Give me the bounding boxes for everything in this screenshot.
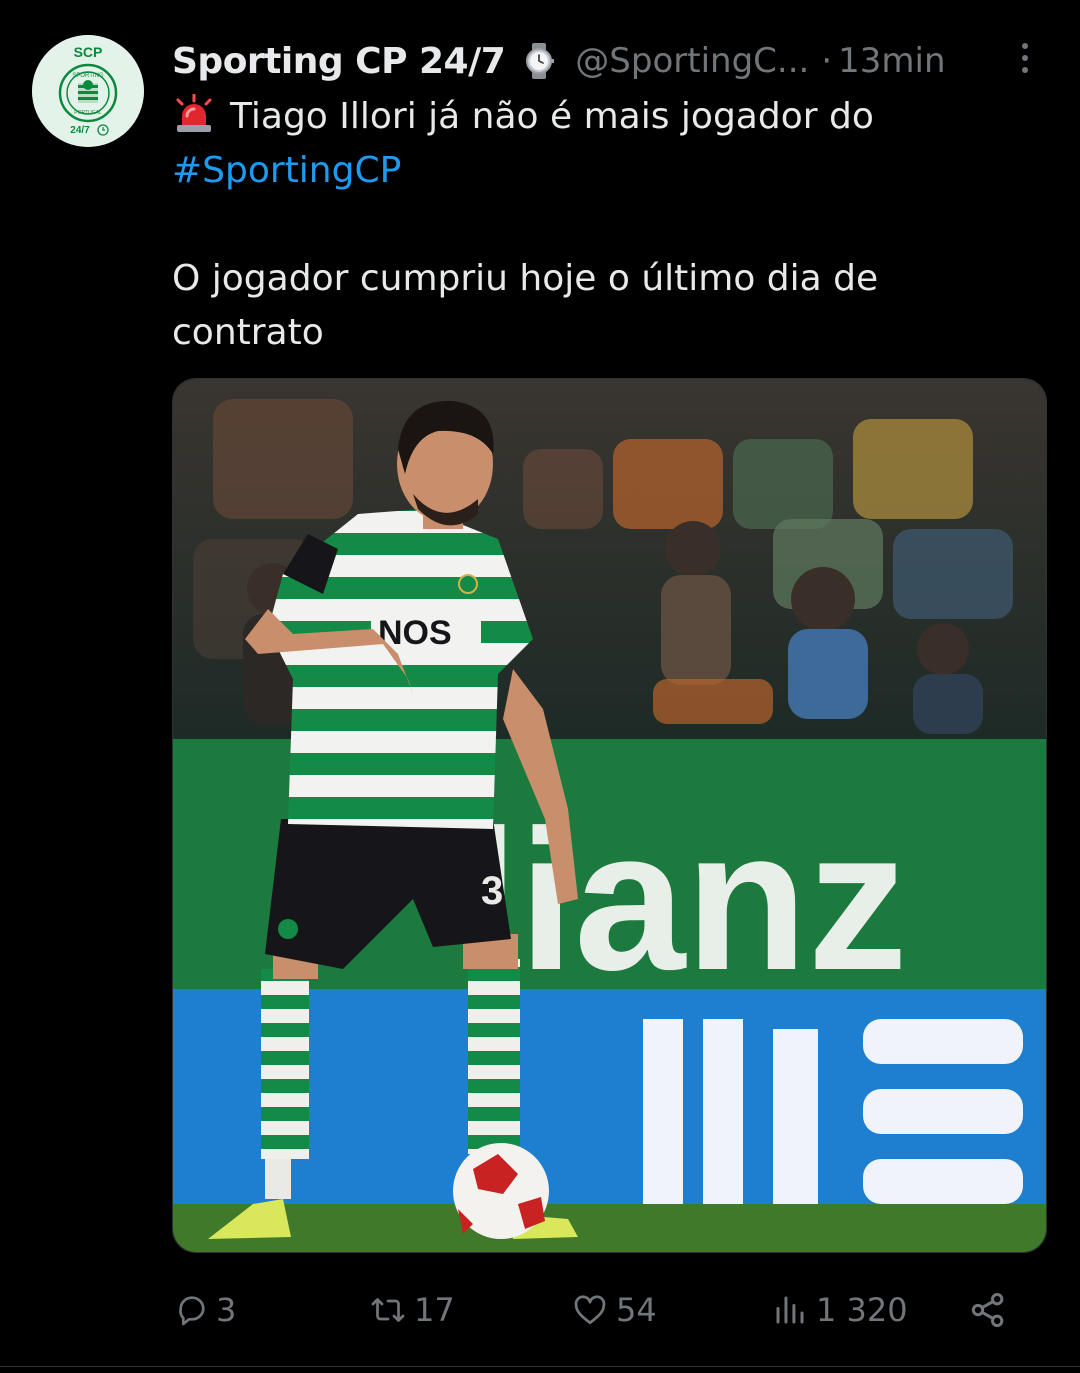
share-icon [968,1290,1008,1330]
tweet-line-4: contrato [172,312,324,353]
repost-icon [368,1292,408,1328]
repost-button[interactable]: 17 [368,1282,455,1338]
tweet-line-3: O jogador cumpriu hoje o último dia de [172,258,879,299]
tweet-line-1: Tiago Illori já não é mais jogador do [172,90,1032,144]
author-name[interactable]: Sporting CP 24/7 [172,41,506,82]
avatar-badge-text: 24/7 [70,125,90,136]
tweet-line-1-text: Tiago Illori já não é mais jogador do [230,96,874,137]
tweet-photo[interactable]: lianz 3 NOS [172,378,1047,1253]
views-count: 1 320 [816,1291,908,1329]
tweet[interactable]: SCP SPORTING PORTUGAL 24/7 Sporting CP 2… [0,0,1080,1373]
shorts-number: 3 [481,869,503,913]
avatar-scp-text: SCP [74,44,103,60]
tweet-text: Tiago Illori já não é mais jogador do #S… [172,90,1032,360]
action-bar: 3 17 54 1 320 [172,1282,1022,1338]
reply-count: 3 [216,1291,237,1329]
hashtag-link[interactable]: #SportingCP [172,144,1032,198]
avatar-portugal-text: PORTUGAL [74,110,102,116]
watch-icon [519,41,559,81]
avatar[interactable]: SCP SPORTING PORTUGAL 24/7 [32,35,144,147]
tweet-header: Sporting CP 24/7 @SportingC... · 13min [172,34,1042,88]
timestamp[interactable]: 13min [838,41,945,81]
ad-board-text: lianz [463,789,908,1012]
like-count: 54 [616,1291,657,1329]
repost-count: 17 [414,1291,455,1329]
more-icon[interactable] [1010,36,1040,80]
reply-icon [174,1292,210,1328]
avatar-ring-text: SPORTING [72,73,104,79]
police-light-icon [172,93,216,134]
author-handle[interactable]: @SportingC... [575,41,809,81]
share-button[interactable] [968,1282,1008,1338]
reply-button[interactable]: 3 [174,1282,236,1338]
like-button[interactable]: 54 [570,1282,657,1338]
separator-dot: · [821,41,833,81]
heart-icon [570,1292,610,1328]
views-button[interactable]: 1 320 [770,1282,908,1338]
views-icon [770,1292,810,1328]
divider [0,1366,1080,1367]
